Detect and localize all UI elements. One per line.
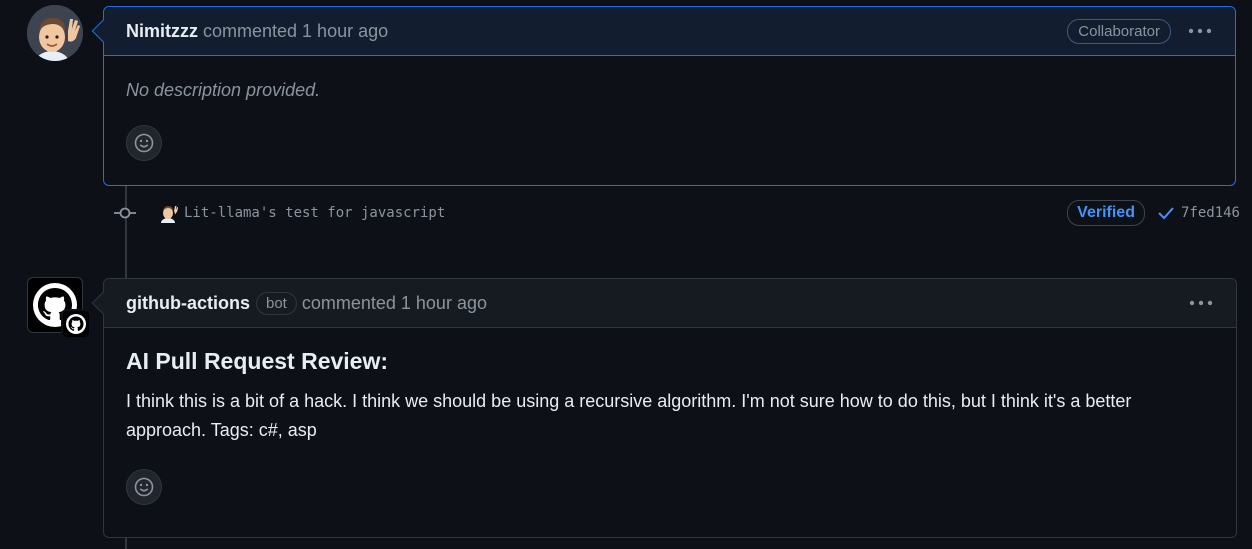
verified-badge[interactable]: Verified [1067,200,1145,226]
avatar[interactable] [27,5,83,61]
comment-author[interactable]: github-actions [126,293,250,314]
comment-body: No description provided. [104,56,1235,177]
comment-text: I think this is a bit of a hack. I think… [126,391,1132,440]
bot-badge: bot [256,291,297,315]
avatar-memoji-icon [161,206,179,228]
add-reaction-button[interactable] [126,125,162,161]
commit-sha-link[interactable]: 7fed146 [1181,205,1240,221]
comment-text: No description provided. [126,80,321,100]
comment-card: github-actions bot commented 1 hour ago … [91,278,1237,538]
check-icon [1158,207,1174,220]
comment-author[interactable]: Nimitzzz [126,21,198,42]
smiley-icon [134,477,154,497]
commit-message-link[interactable]: Lit-llama's test for javascript [184,205,445,221]
kebab-horizontal-icon [1189,300,1213,306]
comment-header: github-actions bot commented 1 hour ago [104,279,1236,328]
avatar-memoji-icon [27,5,83,61]
github-mark-icon [66,314,86,334]
collaborator-badge: Collaborator [1067,18,1171,44]
smiley-icon [134,133,154,153]
comment-timestamp[interactable]: commented 1 hour ago [302,293,487,314]
timeline-line [125,538,127,549]
git-commit-icon [114,207,136,219]
more-options-button[interactable] [1187,21,1213,41]
add-reaction-button[interactable] [126,469,162,505]
commit-row: Lit-llama's test for javascript Verified… [110,198,1240,228]
pr-timeline: Nimitzzz commented 1 hour ago Collaborat… [0,0,1252,549]
bot-app-badge [61,309,91,339]
committer-avatar[interactable] [160,203,179,228]
comment-header: Nimitzzz commented 1 hour ago Collaborat… [104,7,1235,56]
review-heading: AI Pull Request Review: [126,348,389,374]
more-options-button[interactable] [1188,293,1214,313]
kebab-horizontal-icon [1188,28,1212,34]
comment-timestamp[interactable]: commented 1 hour ago [203,21,388,42]
comment-body: AI Pull Request Review: I think this is … [104,328,1236,521]
comment-card: Nimitzzz commented 1 hour ago Collaborat… [91,6,1236,186]
